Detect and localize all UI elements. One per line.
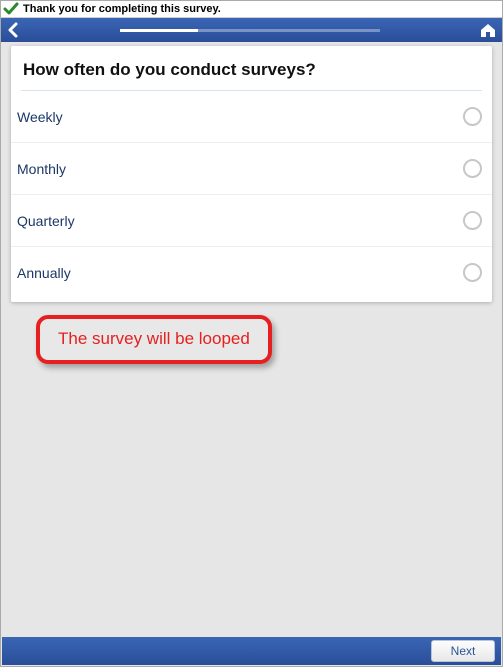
home-button[interactable]	[474, 18, 502, 42]
bottom-bar: Next	[2, 637, 501, 665]
option-annually[interactable]: Annually	[11, 247, 492, 298]
radio-icon	[463, 263, 482, 282]
top-bar	[1, 18, 502, 42]
annotation-callout: The survey will be looped	[36, 315, 272, 364]
option-quarterly[interactable]: Quarterly	[11, 195, 492, 247]
progress-bar	[25, 29, 474, 32]
notification-text: Thank you for completing this survey.	[23, 3, 221, 15]
option-weekly[interactable]: Weekly	[11, 91, 492, 143]
annotation-text: The survey will be looped	[58, 329, 250, 348]
question-text: How often do you conduct surveys?	[11, 46, 492, 90]
notification-bar: Thank you for completing this survey.	[1, 1, 502, 18]
check-icon	[3, 2, 19, 16]
next-button[interactable]: Next	[431, 640, 495, 662]
chevron-left-icon	[7, 22, 19, 38]
option-monthly[interactable]: Monthly	[11, 143, 492, 195]
progress-fill	[120, 29, 198, 32]
radio-icon	[463, 211, 482, 230]
option-label: Weekly	[17, 109, 63, 125]
home-icon	[479, 22, 497, 38]
back-button[interactable]	[1, 18, 25, 42]
option-label: Monthly	[17, 161, 66, 177]
option-label: Annually	[17, 265, 71, 281]
radio-icon	[463, 107, 482, 126]
radio-icon	[463, 159, 482, 178]
option-label: Quarterly	[17, 213, 75, 229]
survey-card: How often do you conduct surveys? Weekly…	[11, 46, 492, 302]
